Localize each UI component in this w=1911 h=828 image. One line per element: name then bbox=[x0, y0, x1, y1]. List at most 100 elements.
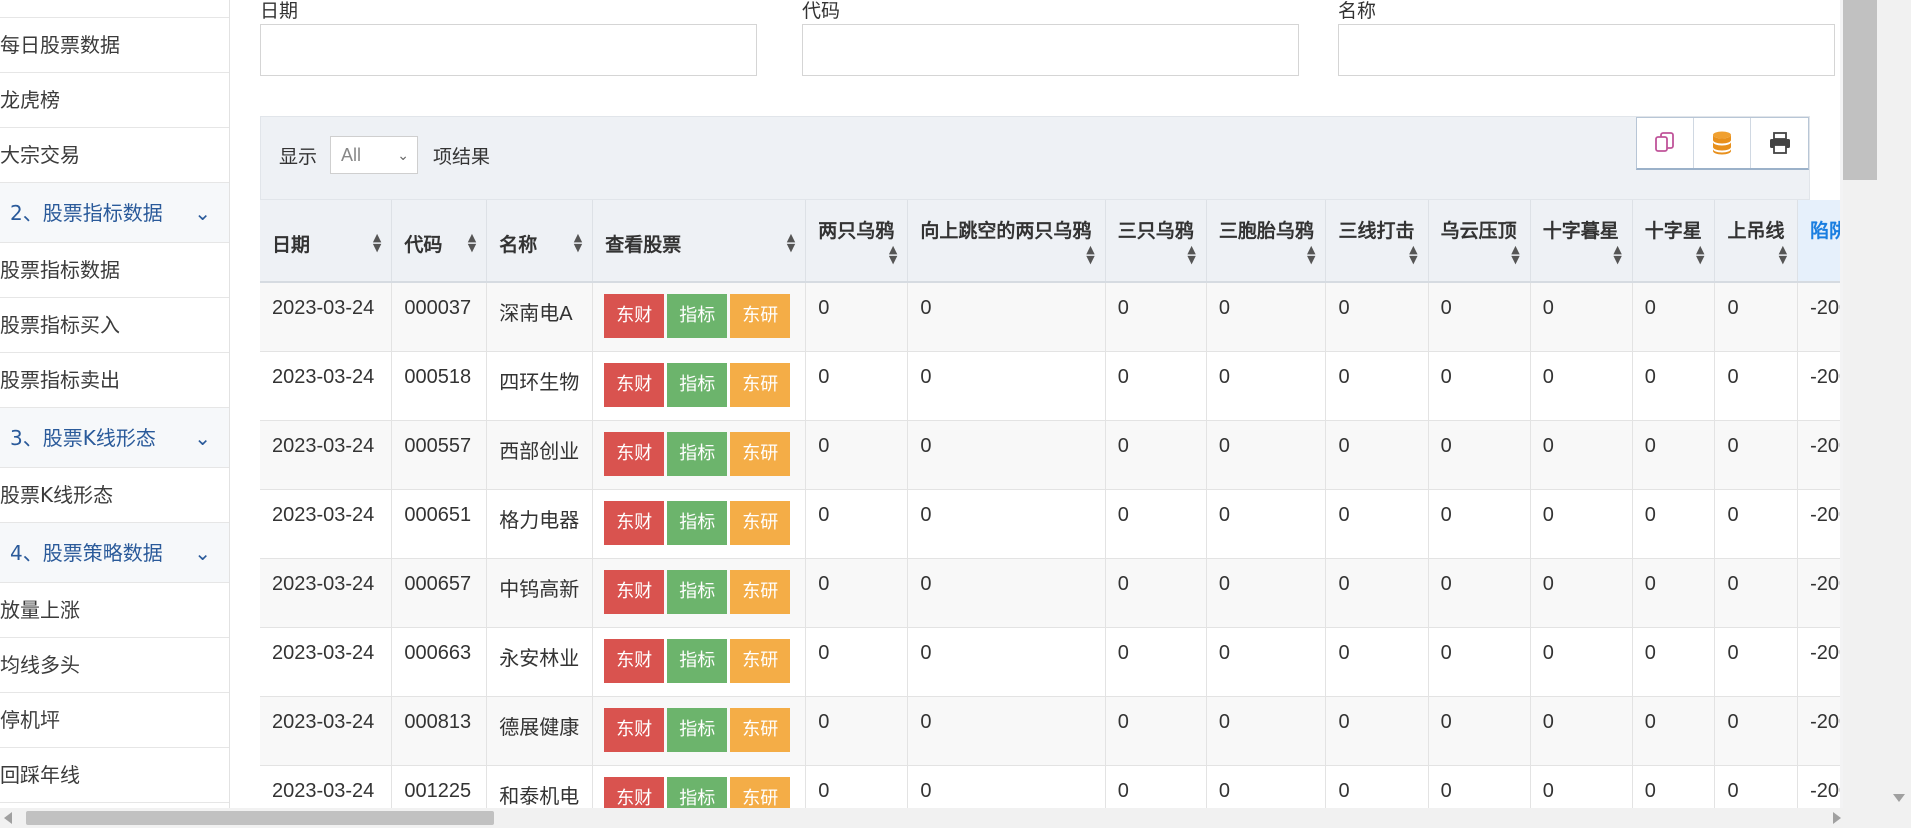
scroll-right-arrow-icon[interactable] bbox=[1833, 812, 1841, 824]
value-cell: 0 bbox=[907, 627, 1106, 697]
indicator-button[interactable]: 指标 bbox=[667, 569, 728, 614]
column-header[interactable]: 两只乌鸦 ▲ ▼ bbox=[805, 200, 909, 283]
sidebar-item[interactable]: 股票K线形态 bbox=[0, 468, 229, 523]
value-cell: 0 bbox=[1530, 696, 1633, 766]
research-button[interactable]: 东研 bbox=[730, 431, 791, 476]
value-cell: 0 bbox=[1632, 282, 1716, 352]
column-header[interactable]: 三只乌鸦 ▲ ▼ bbox=[1105, 200, 1207, 283]
column-header[interactable]: 三胞胎乌鸦 ▲ ▼ bbox=[1206, 200, 1327, 283]
horizontal-scroll-thumb[interactable] bbox=[26, 811, 494, 825]
sidebar-item[interactable]: 大宗交易 bbox=[0, 128, 229, 183]
sidebar-group[interactable]: 4、股票策略数据 ⌄ bbox=[0, 523, 229, 583]
code-label: 代码 bbox=[802, 0, 841, 22]
date-cell: 2023-03-24 bbox=[260, 489, 393, 559]
code-cell: 000037 bbox=[391, 282, 488, 352]
sort-icon: ▲ ▼ bbox=[1613, 243, 1622, 266]
indicator-button[interactable]: 指标 bbox=[667, 776, 728, 808]
column-header[interactable]: 陷阱▲ bbox=[1797, 200, 1840, 283]
actions-cell: 东财 指标 东研 bbox=[592, 282, 807, 352]
value-cell: 0 bbox=[1428, 351, 1531, 421]
column-header[interactable]: 上吊线 ▲ ▼ bbox=[1714, 200, 1799, 283]
horizontal-scrollbar[interactable] bbox=[0, 808, 1911, 828]
research-button[interactable]: 东研 bbox=[730, 776, 791, 808]
research-button[interactable]: 东研 bbox=[730, 500, 791, 545]
column-header-label: 两只乌鸦 bbox=[818, 220, 895, 242]
eastmoney-button[interactable]: 东财 bbox=[604, 500, 665, 545]
value-cell: 0 bbox=[805, 351, 909, 421]
page-length-select[interactable]: All ⌄ bbox=[330, 136, 418, 174]
sidebar-item[interactable]: 放量上涨 bbox=[0, 583, 229, 638]
research-button[interactable]: 东研 bbox=[730, 638, 791, 683]
column-header[interactable]: 十字星 ▲ ▼ bbox=[1632, 200, 1716, 283]
value-cell: 0 bbox=[1105, 558, 1207, 628]
column-header-label: 三线打击 bbox=[1338, 220, 1415, 242]
research-button[interactable]: 东研 bbox=[730, 294, 791, 338]
value-cell: 0 bbox=[805, 627, 909, 697]
sort-icon: ▲ ▼ bbox=[372, 231, 382, 254]
actions-cell: 东财 指标 东研 bbox=[592, 489, 807, 559]
chevron-down-icon: ⌄ bbox=[194, 201, 211, 225]
sidebar-item[interactable]: 每日股票数据 bbox=[0, 18, 229, 73]
eastmoney-button[interactable]: 东财 bbox=[604, 362, 665, 407]
code-cell: 000663 bbox=[391, 627, 488, 697]
column-header[interactable]: 十字暮星 ▲ ▼ bbox=[1530, 200, 1633, 283]
eastmoney-button[interactable]: 东财 bbox=[604, 638, 665, 683]
eastmoney-button[interactable]: 东财 bbox=[604, 431, 665, 476]
actions-cell: 东财 指标 东研 bbox=[592, 558, 807, 628]
sidebar-group[interactable]: 3、股票K线形态 ⌄ bbox=[0, 408, 229, 468]
research-button[interactable]: 东研 bbox=[730, 362, 791, 407]
sidebar-item[interactable]: 股票指标数据 bbox=[0, 243, 229, 298]
eastmoney-button[interactable]: 东财 bbox=[604, 707, 665, 752]
sidebar-item[interactable]: 均线多头 bbox=[0, 638, 229, 693]
sidebar-item[interactable]: 回踩年线 bbox=[0, 748, 229, 803]
indicator-button[interactable]: 指标 bbox=[667, 638, 728, 683]
vertical-scrollbar[interactable] bbox=[1843, 0, 1911, 828]
sidebar-group[interactable]: 2、股票指标数据 ⌄ bbox=[0, 183, 229, 243]
vertical-scroll-thumb[interactable] bbox=[1843, 0, 1877, 180]
print-button[interactable] bbox=[1751, 118, 1808, 168]
eastmoney-button[interactable]: 东财 bbox=[604, 776, 665, 808]
value-cell: 0 bbox=[1325, 696, 1429, 766]
value-cell: 0 bbox=[1428, 489, 1531, 559]
column-header[interactable]: 日期 ▲ ▼ bbox=[260, 200, 393, 283]
indicator-button[interactable]: 指标 bbox=[667, 500, 728, 545]
chevron-down-icon: ⌄ bbox=[194, 426, 211, 450]
value-cell: 0 bbox=[1325, 627, 1429, 697]
sort-icon: ▲ ▼ bbox=[1778, 243, 1788, 266]
value-cell: 0 bbox=[1632, 420, 1716, 490]
date-cell: 2023-03-24 bbox=[260, 351, 393, 421]
sidebar-item[interactable]: 停机坪 bbox=[0, 693, 229, 748]
column-header[interactable]: 查看股票 ▲ ▼ bbox=[592, 200, 807, 283]
value-cell: 0 bbox=[1325, 489, 1429, 559]
sidebar-item[interactable]: 股票指标买入 bbox=[0, 298, 229, 353]
column-header[interactable]: 代码 ▲ ▼ bbox=[391, 200, 488, 283]
column-header[interactable]: 三线打击 ▲ ▼ bbox=[1325, 200, 1429, 283]
sidebar-item[interactable]: 股票指标卖出 bbox=[0, 353, 229, 408]
research-button[interactable]: 东研 bbox=[730, 569, 791, 614]
sort-icon: ▲ ▼ bbox=[786, 231, 796, 254]
code-input[interactable] bbox=[802, 24, 1299, 76]
export-excel-button[interactable] bbox=[1694, 118, 1751, 168]
scroll-down-arrow-icon[interactable] bbox=[1893, 794, 1905, 802]
column-header[interactable]: 乌云压顶 ▲ ▼ bbox=[1428, 200, 1531, 283]
sidebar-item[interactable]: 龙虎榜 bbox=[0, 73, 229, 128]
column-header[interactable]: 名称 ▲ ▼ bbox=[486, 200, 594, 283]
research-button[interactable]: 东研 bbox=[730, 707, 791, 752]
date-input[interactable] bbox=[260, 24, 757, 76]
indicator-button[interactable]: 指标 bbox=[667, 431, 728, 476]
indicator-button[interactable]: 指标 bbox=[667, 294, 728, 338]
name-input[interactable] bbox=[1338, 24, 1835, 76]
value-cell: 0 bbox=[1105, 351, 1207, 421]
eastmoney-button[interactable]: 东财 bbox=[604, 569, 665, 614]
indicator-button[interactable]: 指标 bbox=[667, 362, 728, 407]
scroll-left-arrow-icon[interactable] bbox=[4, 812, 12, 824]
vertical-scroll-track[interactable] bbox=[1843, 0, 1911, 808]
date-cell: 2023-03-24 bbox=[260, 696, 393, 766]
eastmoney-button[interactable]: 东财 bbox=[604, 294, 665, 338]
copy-button[interactable] bbox=[1637, 118, 1694, 168]
sort-icon: ▲ ▼ bbox=[888, 243, 898, 266]
column-header[interactable]: 向上跳空的两只乌鸦 ▲ ▼ bbox=[907, 200, 1106, 283]
indicator-button[interactable]: 指标 bbox=[667, 707, 728, 752]
sort-icon: ▲ ▼ bbox=[1695, 243, 1705, 266]
value-cell: 0 bbox=[907, 351, 1106, 421]
